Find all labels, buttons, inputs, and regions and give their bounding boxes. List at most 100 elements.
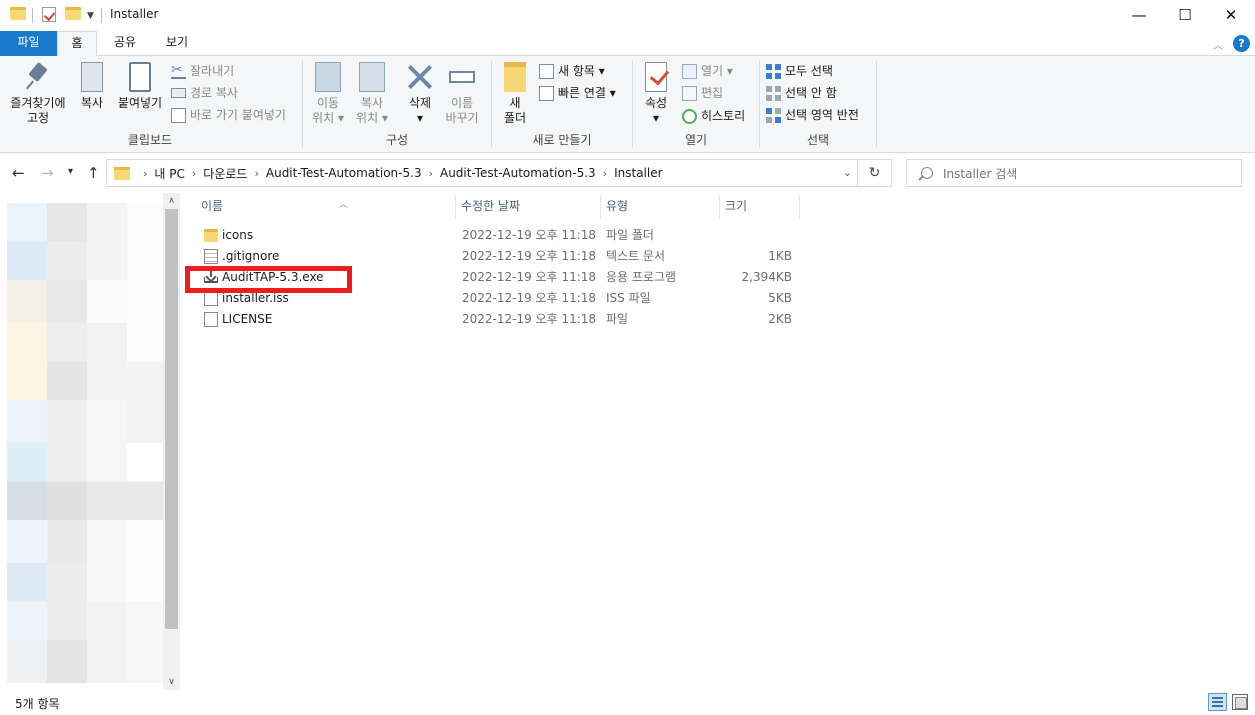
select-all-button[interactable]: 모두 선택 — [766, 61, 833, 81]
file-row[interactable]: .gitignore 2022-12-19 오후 11:18 텍스트 문서 1K… — [201, 246, 1201, 267]
status-bar: 5개 항목 — [0, 690, 1255, 715]
title-bar: ▼ Installer — ☐ ✕ — [0, 0, 1255, 31]
file-list: 이름 ︿ 수정한 날짜 유형 크기 icons 2022-12-19 오후 11… — [182, 193, 1255, 690]
breadcrumb-installer[interactable]: Installer — [614, 166, 662, 180]
blurred-region — [87, 203, 127, 683]
column-header-type[interactable]: 유형 — [606, 193, 628, 220]
item-count: 5개 항목 — [15, 697, 60, 711]
divider — [876, 60, 877, 148]
search-placeholder: Installer 검색 — [943, 166, 1018, 181]
move-to-icon — [315, 62, 341, 92]
file-row[interactable]: icons 2022-12-19 오후 11:18 파일 폴더 — [201, 225, 1201, 246]
column-header-modified[interactable]: 수정한 날짜 — [461, 193, 520, 220]
minimize-button[interactable]: — — [1116, 0, 1162, 30]
copy-button[interactable]: 복사 — [74, 62, 110, 111]
close-button[interactable]: ✕ — [1208, 0, 1254, 30]
back-arrow-icon[interactable]: ← — [12, 164, 25, 182]
easy-access-button[interactable]: 빠른 연결 ▾ — [539, 83, 616, 103]
rename-label-1: 이름 — [450, 96, 474, 110]
invert-selection-icon — [766, 107, 781, 123]
chevron-right-icon[interactable]: › — [603, 167, 607, 180]
column-header-name[interactable]: 이름 ︿ — [201, 193, 348, 220]
details-view-icon[interactable] — [1208, 693, 1227, 711]
pin-icon — [23, 62, 53, 92]
up-arrow-icon[interactable]: ↑ — [87, 164, 100, 182]
ribbon-tabs: 파일 홈 공유 보기 ︿ ? — [0, 31, 1255, 57]
new-group-label: 새로 만들기 — [532, 133, 592, 147]
navigation-pane[interactable] — [0, 193, 182, 690]
chevron-right-icon[interactable]: › — [429, 167, 433, 180]
new-folder-icon[interactable] — [65, 7, 81, 20]
copy-path-button[interactable]: 경로 복사 — [171, 83, 238, 103]
edit-label: 편집 — [701, 86, 724, 100]
history-icon — [682, 108, 697, 124]
cut-label: 잘라내기 — [190, 64, 235, 78]
search-input[interactable]: Installer 검색 — [906, 159, 1242, 187]
open-group-label: 열기 — [684, 133, 708, 147]
edit-button[interactable]: 편집 — [682, 83, 723, 103]
chevron-right-icon[interactable]: › — [192, 167, 196, 180]
chevron-right-icon[interactable]: › — [254, 167, 258, 180]
breadcrumb-this-pc[interactable]: 내 PC — [154, 165, 184, 182]
breadcrumb-audit-test-automation[interactable]: Audit-Test-Automation-5.3 — [266, 166, 422, 180]
help-icon[interactable]: ? — [1233, 35, 1250, 52]
divider — [600, 195, 601, 219]
breadcrumb-downloads[interactable]: 다운로드 — [203, 165, 247, 182]
history-button[interactable]: 히스토리 — [682, 106, 745, 126]
file-row[interactable]: LICENSE 2022-12-19 오후 11:18 파일 2KB — [201, 309, 1201, 330]
delete-button[interactable]: 삭제 ▾ — [402, 62, 438, 126]
pin-to-quick-access-button[interactable]: 즐겨찾기에 고정 — [6, 62, 70, 126]
scrollbar-thumb[interactable] — [165, 209, 178, 629]
tab-view[interactable]: 보기 — [155, 31, 199, 56]
divider — [632, 60, 633, 148]
pin-label: 즐겨찾기에 고정 — [10, 96, 66, 125]
large-icons-view-icon[interactable] — [1232, 694, 1248, 710]
invert-selection-button[interactable]: 선택 영역 반전 — [766, 105, 859, 125]
file-type: 파일 — [606, 312, 629, 326]
rename-button[interactable]: 이름 바꾸기 — [442, 62, 482, 126]
chevron-down-icon[interactable]: ⌄ — [843, 166, 852, 179]
move-to-button[interactable]: 이동 위치 ▾ — [308, 62, 348, 126]
navigation-scrollbar[interactable]: ∧ ∨ — [163, 193, 180, 690]
tab-share[interactable]: 공유 — [105, 31, 145, 56]
properties-icon[interactable] — [42, 7, 56, 22]
select-none-label: 선택 안 함 — [785, 86, 837, 100]
paste-button[interactable]: 붙여넣기 — [114, 62, 166, 111]
open-button[interactable]: 열기 ▾ — [682, 61, 733, 81]
copy-to-icon — [359, 62, 385, 92]
paste-shortcut-label: 바로 가기 붙여넣기 — [190, 108, 286, 122]
select-none-button[interactable]: 선택 안 함 — [766, 83, 837, 103]
chevron-up-icon[interactable]: ∧ — [163, 196, 180, 206]
chevron-up-icon[interactable]: ︿ — [1213, 37, 1223, 52]
copy-to-label-2: 위치 — [356, 111, 379, 125]
address-bar[interactable]: › 내 PC › 다운로드 › Audit-Test-Automation-5.… — [106, 159, 858, 187]
maximize-button[interactable]: ☐ — [1162, 0, 1208, 30]
invert-selection-label: 선택 영역 반전 — [785, 108, 859, 122]
copy-label: 복사 — [80, 96, 104, 110]
select-all-label: 모두 선택 — [785, 64, 833, 78]
file-modified: 2022-12-19 오후 11:18 — [462, 249, 597, 263]
recent-locations-chevron-icon[interactable]: ▾ — [68, 166, 73, 177]
chevron-right-icon[interactable]: › — [143, 167, 147, 180]
easy-access-label: 빠른 연결 — [558, 86, 606, 100]
forward-arrow-icon[interactable]: → — [41, 164, 54, 182]
tab-file[interactable]: 파일 — [0, 31, 57, 56]
column-header-size[interactable]: 크기 — [725, 193, 747, 220]
cut-button[interactable]: 잘라내기 — [171, 60, 235, 81]
quick-access-dropdown-icon[interactable]: ▼ — [87, 11, 94, 21]
new-item-button[interactable]: 새 항목 ▾ — [539, 61, 605, 81]
new-folder-button[interactable]: 새 폴더 — [499, 62, 531, 126]
new-item-icon — [539, 63, 554, 79]
copy-icon — [81, 62, 103, 92]
breadcrumb-audit-test-automation-inner[interactable]: Audit-Test-Automation-5.3 — [440, 166, 596, 180]
tab-home[interactable]: 홈 — [57, 31, 97, 57]
organize-group: 이동 위치 ▾ 복사 위치 ▾ 삭제 ▾ 이름 바꾸기 구성 — [304, 58, 490, 151]
copy-path-label: 경로 복사 — [190, 86, 238, 100]
file-name: .gitignore — [222, 249, 280, 263]
copy-to-button[interactable]: 복사 위치 ▾ — [352, 62, 392, 126]
properties-button[interactable]: 속성 ▾ — [638, 62, 674, 126]
chevron-down-icon[interactable]: ∨ — [163, 677, 180, 687]
file-modified: 2022-12-19 오후 11:18 — [462, 312, 597, 326]
refresh-button[interactable]: ↻ — [858, 159, 892, 187]
paste-shortcut-button[interactable]: 바로 가기 붙여넣기 — [171, 105, 286, 125]
